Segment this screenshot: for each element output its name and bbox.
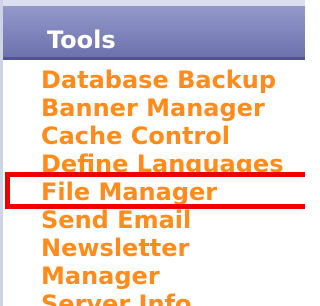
menu-item-banner-manager[interactable]: Banner Manager — [41, 94, 305, 122]
tools-menu: Database Backup Banner Manager Cache Con… — [41, 66, 305, 306]
tools-header: Tools — [3, 0, 305, 60]
menu-item-server-info[interactable]: Server Info — [41, 290, 305, 306]
menu-item-newsletter-manager[interactable]: Manager — [41, 262, 305, 290]
tools-title: Tools — [47, 26, 116, 54]
tools-panel: Tools Database Backup Banner Manager Cac… — [0, 0, 305, 306]
menu-item-define-languages[interactable]: Define Languages — [41, 150, 305, 178]
menu-item-file-manager[interactable]: File Manager — [41, 178, 305, 206]
menu-item-newsletter[interactable]: Newsletter — [41, 234, 305, 262]
menu-item-send-email[interactable]: Send Email — [41, 206, 305, 234]
menu-item-database-backup[interactable]: Database Backup — [41, 66, 305, 94]
menu-item-cache-control[interactable]: Cache Control — [41, 122, 305, 150]
